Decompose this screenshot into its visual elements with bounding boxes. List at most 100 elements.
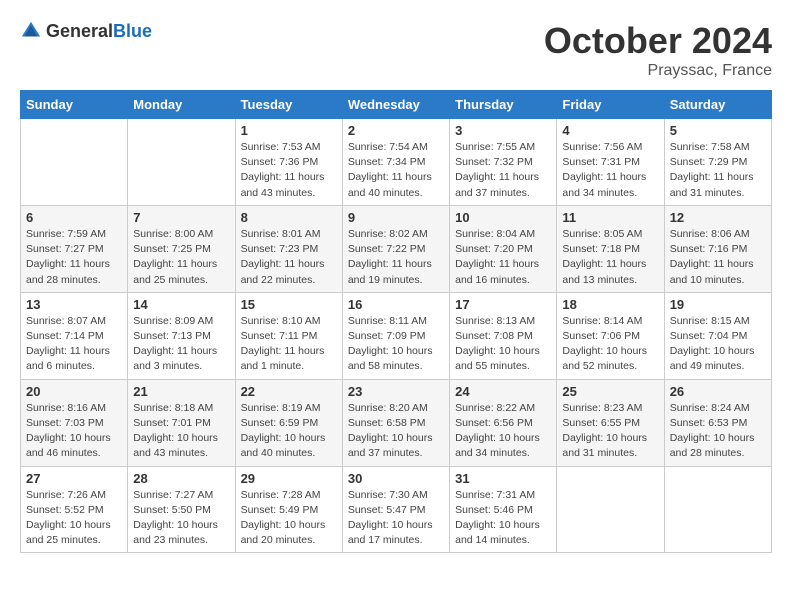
title-area: October 2024 Prayssac, France [544,20,772,80]
day-number: 5 [670,123,766,138]
day-info: Sunrise: 7:26 AM Sunset: 5:52 PM Dayligh… [26,488,122,549]
day-number: 7 [133,210,229,225]
day-info: Sunrise: 8:15 AM Sunset: 7:04 PM Dayligh… [670,314,766,375]
day-cell: 22 Sunrise: 8:19 AM Sunset: 6:59 PM Dayli… [235,379,342,466]
day-cell: 30 Sunrise: 7:30 AM Sunset: 5:47 PM Dayli… [342,466,449,553]
day-info: Sunrise: 8:22 AM Sunset: 6:56 PM Dayligh… [455,401,551,462]
day-info: Sunrise: 8:14 AM Sunset: 7:06 PM Dayligh… [562,314,658,375]
day-info: Sunrise: 8:01 AM Sunset: 7:23 PM Dayligh… [241,227,337,288]
day-number: 1 [241,123,337,138]
day-number: 31 [455,471,551,486]
week-row-4: 20Sunrise: 8:16 AM Sunset: 7:03 PM Dayli… [21,379,772,466]
day-info: Sunrise: 8:20 AM Sunset: 6:58 PM Dayligh… [348,401,444,462]
day-info: Sunrise: 7:55 AM Sunset: 7:32 PM Dayligh… [455,140,551,201]
day-info: Sunrise: 8:11 AM Sunset: 7:09 PM Dayligh… [348,314,444,375]
day-info: Sunrise: 7:27 AM Sunset: 5:50 PM Dayligh… [133,488,229,549]
day-number: 9 [348,210,444,225]
logo-text-general: General [46,21,113,41]
day-number: 10 [455,210,551,225]
day-number: 18 [562,297,658,312]
day-info: Sunrise: 8:13 AM Sunset: 7:08 PM Dayligh… [455,314,551,375]
day-cell: 19 Sunrise: 8:15 AM Sunset: 7:04 PM Dayli… [664,292,771,379]
day-number: 3 [455,123,551,138]
header-row: SundayMondayTuesdayWednesdayThursdayFrid… [21,91,772,119]
day-number: 13 [26,297,122,312]
day-cell: 27Sunrise: 7:26 AM Sunset: 5:52 PM Dayli… [21,466,128,553]
day-number: 20 [26,384,122,399]
day-cell: 17 Sunrise: 8:13 AM Sunset: 7:08 PM Dayli… [450,292,557,379]
day-number: 19 [670,297,766,312]
day-number: 14 [133,297,229,312]
calendar-table: SundayMondayTuesdayWednesdayThursdayFrid… [20,90,772,553]
day-cell: 21Sunrise: 8:18 AM Sunset: 7:01 PM Dayli… [128,379,235,466]
day-number: 17 [455,297,551,312]
location-subtitle: Prayssac, France [544,62,772,80]
day-info: Sunrise: 8:04 AM Sunset: 7:20 PM Dayligh… [455,227,551,288]
day-number: 29 [241,471,337,486]
day-cell [128,119,235,206]
day-info: Sunrise: 7:28 AM Sunset: 5:49 PM Dayligh… [241,488,337,549]
day-cell: 8 Sunrise: 8:01 AM Sunset: 7:23 PM Daylig… [235,205,342,292]
day-cell: 25Sunrise: 8:23 AM Sunset: 6:55 PM Dayli… [557,379,664,466]
day-info: Sunrise: 7:30 AM Sunset: 5:47 PM Dayligh… [348,488,444,549]
day-cell: 14 Sunrise: 8:09 AM Sunset: 7:13 PM Dayli… [128,292,235,379]
day-info: Sunrise: 8:05 AM Sunset: 7:18 PM Dayligh… [562,227,658,288]
day-number: 12 [670,210,766,225]
day-info: Sunrise: 8:06 AM Sunset: 7:16 PM Dayligh… [670,227,766,288]
day-cell: 10 Sunrise: 8:04 AM Sunset: 7:20 PM Dayli… [450,205,557,292]
day-cell: 29 Sunrise: 7:28 AM Sunset: 5:49 PM Dayli… [235,466,342,553]
day-number: 22 [241,384,337,399]
header-cell-thursday: Thursday [450,91,557,119]
day-info: Sunrise: 7:53 AM Sunset: 7:36 PM Dayligh… [241,140,337,201]
day-cell: 1 Sunrise: 7:53 AM Sunset: 7:36 PM Daylig… [235,119,342,206]
month-title: October 2024 [544,20,772,62]
header-cell-friday: Friday [557,91,664,119]
day-info: Sunrise: 8:19 AM Sunset: 6:59 PM Dayligh… [241,401,337,462]
week-row-2: 6Sunrise: 7:59 AM Sunset: 7:27 PM Daylig… [21,205,772,292]
day-cell: 16 Sunrise: 8:11 AM Sunset: 7:09 PM Dayli… [342,292,449,379]
day-cell: 4 Sunrise: 7:56 AM Sunset: 7:31 PM Daylig… [557,119,664,206]
day-number: 6 [26,210,122,225]
week-row-3: 13Sunrise: 8:07 AM Sunset: 7:14 PM Dayli… [21,292,772,379]
day-cell: 26 Sunrise: 8:24 AM Sunset: 6:53 PM Dayli… [664,379,771,466]
day-cell [21,119,128,206]
day-cell: 15Sunrise: 8:10 AM Sunset: 7:11 PM Dayli… [235,292,342,379]
logo-text-blue: Blue [113,21,152,41]
day-cell [557,466,664,553]
day-number: 26 [670,384,766,399]
day-cell: 28 Sunrise: 7:27 AM Sunset: 5:50 PM Dayli… [128,466,235,553]
day-cell: 5 Sunrise: 7:58 AM Sunset: 7:29 PM Daylig… [664,119,771,206]
header-cell-sunday: Sunday [21,91,128,119]
day-cell: 2 Sunrise: 7:54 AM Sunset: 7:34 PM Daylig… [342,119,449,206]
day-info: Sunrise: 8:00 AM Sunset: 7:25 PM Dayligh… [133,227,229,288]
day-number: 2 [348,123,444,138]
logo-icon [20,20,42,42]
header-cell-wednesday: Wednesday [342,91,449,119]
header-cell-monday: Monday [128,91,235,119]
day-cell: 13Sunrise: 8:07 AM Sunset: 7:14 PM Dayli… [21,292,128,379]
day-cell [664,466,771,553]
day-number: 21 [133,384,229,399]
day-number: 25 [562,384,658,399]
day-info: Sunrise: 7:54 AM Sunset: 7:34 PM Dayligh… [348,140,444,201]
day-info: Sunrise: 7:31 AM Sunset: 5:46 PM Dayligh… [455,488,551,549]
day-info: Sunrise: 7:56 AM Sunset: 7:31 PM Dayligh… [562,140,658,201]
day-number: 8 [241,210,337,225]
day-info: Sunrise: 8:09 AM Sunset: 7:13 PM Dayligh… [133,314,229,375]
week-row-1: 1 Sunrise: 7:53 AM Sunset: 7:36 PM Daylig… [21,119,772,206]
day-cell: 24 Sunrise: 8:22 AM Sunset: 6:56 PM Dayli… [450,379,557,466]
logo: GeneralBlue [20,20,152,42]
header-cell-tuesday: Tuesday [235,91,342,119]
day-number: 30 [348,471,444,486]
day-number: 28 [133,471,229,486]
day-number: 24 [455,384,551,399]
day-info: Sunrise: 7:58 AM Sunset: 7:29 PM Dayligh… [670,140,766,201]
day-cell: 7 Sunrise: 8:00 AM Sunset: 7:25 PM Daylig… [128,205,235,292]
day-cell: 23Sunrise: 8:20 AM Sunset: 6:58 PM Dayli… [342,379,449,466]
day-number: 16 [348,297,444,312]
day-info: Sunrise: 8:10 AM Sunset: 7:11 PM Dayligh… [241,314,337,375]
day-number: 4 [562,123,658,138]
day-info: Sunrise: 8:24 AM Sunset: 6:53 PM Dayligh… [670,401,766,462]
day-cell: 3 Sunrise: 7:55 AM Sunset: 7:32 PM Daylig… [450,119,557,206]
week-row-5: 27Sunrise: 7:26 AM Sunset: 5:52 PM Dayli… [21,466,772,553]
